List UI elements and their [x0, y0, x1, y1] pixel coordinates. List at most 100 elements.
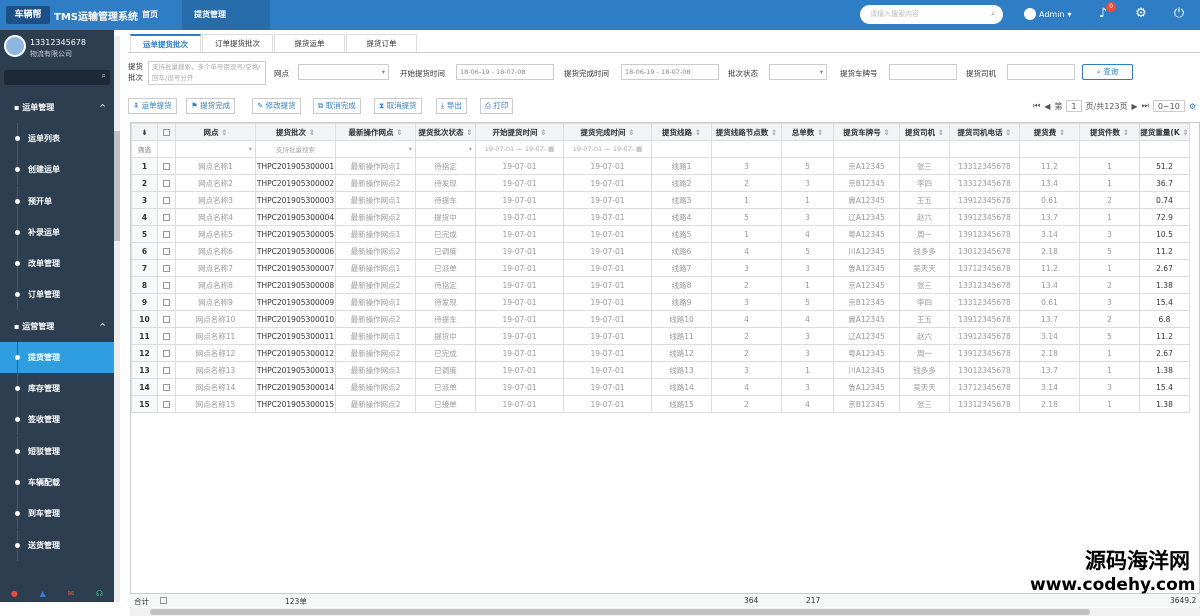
table-row[interactable]: 8 网点名称8 THPC201905300008 最新操作网点2 待指定 19-07-01… [131, 276, 1190, 294]
bell-icon[interactable]: ♪ 0 [1093, 2, 1116, 24]
column-header[interactable]: 提货线路节点数 ⇕ [711, 123, 782, 141]
first-page-icon[interactable]: ⏮ [1033, 101, 1040, 111]
row-checkbox[interactable] [157, 276, 176, 294]
filter-cell[interactable]: ▾ [335, 140, 416, 158]
table-row[interactable]: 3 网点名称3 THPC201905300003 最新操作网点1 待提车 19-07-01… [131, 191, 1190, 209]
column-header[interactable]: 提货司机 ⇕ [899, 123, 950, 141]
sidebar-item[interactable]: 签收管理 [0, 404, 114, 436]
sidebar-item[interactable]: 提货管理 [0, 341, 114, 374]
search-icon[interactable]: ⌕ [102, 71, 106, 81]
select-all-checkbox[interactable] [157, 123, 176, 141]
site-select[interactable]: ▾ [298, 64, 389, 80]
tab-waybill-batch[interactable]: 运单提货批次 [130, 34, 201, 52]
sidebar-item[interactable]: 订单管理 [0, 279, 114, 311]
filter-cell[interactable]: 19-07-01 — 19-07- ▦ [475, 140, 564, 158]
sidebar-item[interactable]: 库存管理 [0, 373, 114, 405]
nav-home[interactable]: 首页 [130, 0, 170, 30]
row-checkbox[interactable] [157, 378, 176, 396]
filter-cell[interactable] [949, 140, 1020, 158]
user-menu[interactable]: Admin ▾ [1024, 8, 1072, 20]
row-checkbox[interactable] [157, 327, 176, 345]
sidebar-item[interactable]: 补录运单 [0, 216, 114, 248]
export-button[interactable]: ⤓ 导出 [436, 98, 467, 114]
print-button[interactable]: ⎙ 打印 [480, 98, 514, 114]
sidebar-item[interactable]: 到车管理 [0, 498, 114, 530]
sidebar-group[interactable]: ▪ 运营管理 ^ [0, 311, 114, 342]
filter-cell[interactable]: ▾ [175, 140, 256, 158]
last-page-icon[interactable]: ⏭ [1142, 101, 1149, 111]
nav-pickup[interactable]: 提货管理 [182, 0, 270, 30]
column-header[interactable]: 提货批次状态 ⇕ [415, 123, 476, 141]
column-header[interactable]: 提货重量(K ⇕ [1139, 123, 1190, 141]
row-checkbox[interactable] [157, 293, 176, 311]
sidebar-item[interactable]: 短驳管理 [0, 435, 114, 467]
column-header[interactable]: 提货线路 ⇕ [651, 123, 712, 141]
row-checkbox[interactable] [157, 310, 176, 328]
row-checkbox[interactable] [157, 242, 176, 260]
sidebar-item[interactable]: 改单管理 [0, 248, 114, 280]
summary-checkbox[interactable] [160, 597, 167, 604]
table-row[interactable]: 10 网点名称10 THPC201905300010 最新操作网点2 待提车 19-07-… [131, 310, 1190, 328]
row-checkbox[interactable] [157, 344, 176, 362]
page-size-select[interactable]: 0~10 [1152, 100, 1185, 112]
alert-icon[interactable]: ● [11, 589, 18, 598]
page-input[interactable]: 1 [1066, 100, 1082, 112]
filter-cell[interactable] [899, 140, 950, 158]
sidebar-item[interactable]: 预开单 [0, 185, 114, 217]
filter-cell[interactable] [1019, 140, 1080, 158]
table-row[interactable]: 12 网点名称12 THPC201905300012 最新操作网点2 已完成 19-07-… [131, 344, 1190, 362]
table-row[interactable]: 4 网点名称4 THPC201905300004 最新操作网点2 提货中 19-07-01… [131, 208, 1190, 226]
row-checkbox[interactable] [157, 259, 176, 277]
power-icon[interactable]: ⏻ [1169, 4, 1189, 24]
filter-cell[interactable] [781, 140, 834, 158]
column-header[interactable]: 网点 ⇕ [175, 123, 256, 141]
row-checkbox[interactable] [157, 191, 176, 209]
table-row[interactable]: 7 网点名称7 THPC201905300007 最新操作网点1 已派单 19-07-01… [131, 259, 1190, 277]
row-checkbox[interactable] [157, 225, 176, 243]
table-row[interactable]: 2 网点名称2 THPC201905300002 最新操作网点2 待发现 19-07-01… [131, 174, 1190, 192]
tab-order-batch[interactable]: 订单提货批次 [202, 34, 273, 52]
sidebar-search-input[interactable]: ⌕ [4, 70, 110, 85]
filter-cell[interactable]: ▾ [415, 140, 476, 158]
batch-search-input[interactable]: 支持批量搜索，多个单号用逗号/空格/回车/逗号分开 [148, 61, 266, 85]
pickup-waybill-button[interactable]: ⇞ 运单提货 [128, 98, 177, 114]
column-header[interactable]: 总单数 ⇕ [781, 123, 834, 141]
row-checkbox[interactable] [157, 174, 176, 192]
table-row[interactable]: 6 网点名称6 THPC201905300006 最新操作网点2 已调度 19-07-01… [131, 242, 1190, 260]
start-time-input[interactable]: 18-06-19 - 18-07-08 [456, 64, 554, 80]
edit-pickup-button[interactable]: ✎ 修改提货 [252, 98, 301, 114]
filter-cell[interactable]: 支持批量搜索 [255, 140, 336, 158]
column-header[interactable]: 提货完成时间 ⇕ [563, 123, 652, 141]
sidebar-item[interactable]: 运单列表 [0, 123, 114, 154]
filter-cell[interactable]: 19-07-01 — 19-07- ▦ [563, 140, 652, 158]
next-page-icon[interactable]: ▶ [1131, 102, 1137, 111]
sidebar-item[interactable]: 创建运单 [0, 154, 114, 186]
column-header[interactable]: 提货司机电话 ⇕ [949, 123, 1020, 141]
column-header[interactable]: 提货车牌号 ⇕ [833, 123, 900, 141]
sidebar-group[interactable]: ▪ 运单管理 ^ [0, 92, 114, 123]
finish-time-input[interactable]: 18-06-19 - 18-07-08 [621, 64, 719, 80]
cancel-complete-button[interactable]: ⧉ 取消完成 [313, 98, 361, 114]
table-row[interactable]: 1 网点名称1 THPC201905300001 最新操作网点1 待指定 19-07-01… [131, 157, 1190, 175]
table-row[interactable]: 13 网点名称13 THPC201905300013 最新操作网点1 已调度 19-07-… [131, 361, 1190, 379]
column-header[interactable]: 提货批次 ⇕ [255, 123, 336, 141]
filter-cell[interactable] [1079, 140, 1140, 158]
row-checkbox[interactable] [157, 208, 176, 226]
gear-icon[interactable]: ⚙ [1131, 4, 1151, 24]
plate-input[interactable] [889, 64, 957, 80]
status-select[interactable]: ▾ [769, 64, 827, 80]
cancel-pickup-button[interactable]: ⧗ 取消提货 [374, 98, 422, 114]
table-row[interactable]: 15 网点名称15 THPC201905300015 最新操作网点2 已接单 19-07-… [131, 395, 1190, 413]
tab-pickup-waybill[interactable]: 提货运单 [274, 34, 345, 52]
query-button[interactable]: ⌕ 查询 [1082, 64, 1133, 80]
table-row[interactable]: 9 网点名称9 THPC201905300009 最新操作网点1 待发现 19-07-01… [131, 293, 1190, 311]
filter-cell[interactable] [1139, 140, 1190, 158]
horizontal-scrollbar[interactable] [130, 608, 1200, 616]
row-checkbox[interactable] [157, 157, 176, 175]
user-icon[interactable]: ▲ [40, 589, 46, 598]
row-checkbox[interactable] [157, 395, 176, 413]
mail-icon[interactable]: ✉ [68, 589, 75, 598]
driver-input[interactable] [1007, 64, 1075, 80]
search-input[interactable]: 请输入搜索内容 ⌕ [860, 5, 1003, 24]
column-header[interactable]: 提货件数 ⇕ [1079, 123, 1140, 141]
